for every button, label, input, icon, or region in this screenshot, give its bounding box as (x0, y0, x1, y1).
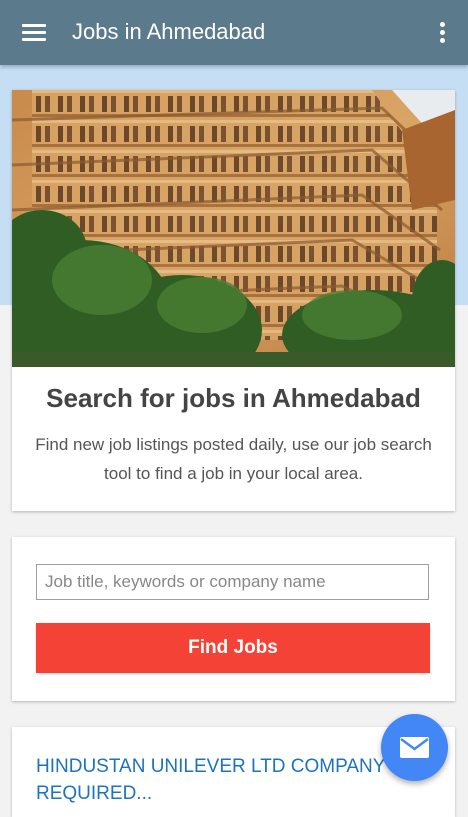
find-jobs-button[interactable]: Find Jobs (36, 623, 430, 673)
app-bar: Jobs in Ahmedabad (0, 0, 468, 65)
hero-card: Search for jobs in Ahmedabad Find new jo… (12, 90, 455, 511)
overflow-menu-button[interactable] (430, 16, 454, 50)
menu-button[interactable] (14, 14, 54, 50)
more-vert-icon-dot (440, 30, 445, 35)
hamburger-menu-icon-bar (22, 31, 46, 34)
hamburger-menu-icon-bar (22, 38, 46, 41)
email-fab-button[interactable] (381, 714, 448, 781)
app-title: Jobs in Ahmedabad (72, 19, 266, 44)
hero-title: Search for jobs in Ahmedabad (46, 383, 421, 413)
more-vert-icon (440, 22, 445, 27)
search-card: Find Jobs (12, 537, 455, 701)
hero-description: Find new job listings posted daily, use … (35, 435, 432, 483)
ahmedabad-haveli-photo (12, 90, 455, 367)
search-input[interactable] (36, 564, 429, 600)
email-icon (400, 737, 429, 758)
more-vert-icon-dot (440, 38, 445, 43)
job-listing-title[interactable]: HINDUSTAN UNILEVER LTD COMPANY REQUIRED.… (36, 753, 436, 807)
hamburger-menu-icon (22, 24, 46, 27)
